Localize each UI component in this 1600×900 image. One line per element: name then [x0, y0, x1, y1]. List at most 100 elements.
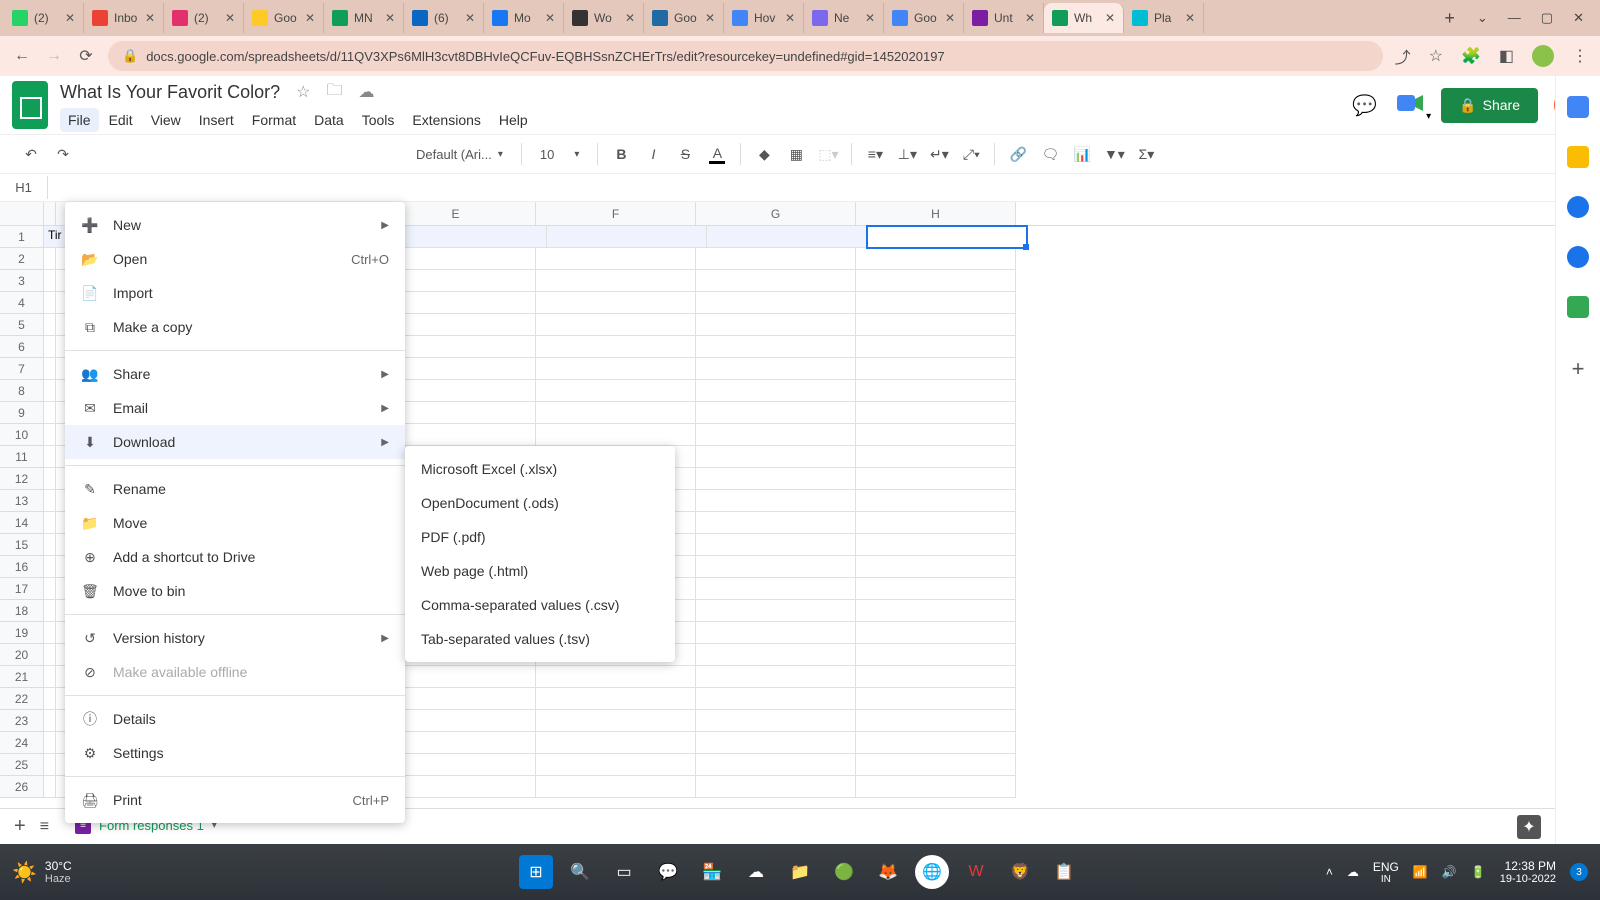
cell[interactable]: [696, 380, 856, 402]
font-select[interactable]: Default (Ari...▾: [408, 143, 511, 166]
cell[interactable]: [856, 314, 1016, 336]
menu-help[interactable]: Help: [491, 108, 536, 132]
row-header[interactable]: 26: [0, 776, 44, 798]
menu-item-new[interactable]: ➕New▶: [65, 208, 405, 242]
browser-tab[interactable]: Ne✕: [804, 3, 884, 33]
cell[interactable]: [696, 512, 856, 534]
cell[interactable]: [696, 468, 856, 490]
cell[interactable]: [696, 622, 856, 644]
italic-button[interactable]: I: [640, 141, 666, 167]
menu-item-version-history[interactable]: ↺Version history▶: [65, 621, 405, 655]
column-header[interactable]: G: [696, 202, 856, 225]
menu-item-details[interactable]: ⓘDetails: [65, 702, 405, 736]
browser-tab[interactable]: (6)✕: [404, 3, 484, 33]
weather-widget[interactable]: ☀️ 30°C Haze: [12, 859, 72, 885]
window-maximize[interactable]: ▢: [1541, 10, 1553, 26]
tab-close-icon[interactable]: ✕: [65, 11, 75, 25]
contacts-icon[interactable]: [1567, 246, 1589, 268]
cell[interactable]: [536, 732, 696, 754]
window-close[interactable]: ✕: [1573, 10, 1584, 26]
browser-tab[interactable]: (2)✕: [164, 3, 244, 33]
tray-volume-icon[interactable]: 🔊: [1442, 865, 1457, 879]
row-header[interactable]: 3: [0, 270, 44, 292]
menu-item-email[interactable]: ✉Email▶: [65, 391, 405, 425]
row-header[interactable]: 10: [0, 424, 44, 446]
cell[interactable]: [536, 688, 696, 710]
cell[interactable]: [696, 688, 856, 710]
redo-button[interactable]: ↷: [50, 141, 76, 167]
cell[interactable]: [536, 314, 696, 336]
cell[interactable]: [536, 336, 696, 358]
row-header[interactable]: 24: [0, 732, 44, 754]
filter-button[interactable]: ▼▾: [1101, 141, 1127, 167]
sidepanel-icon[interactable]: ◧: [1499, 46, 1514, 66]
download-option[interactable]: PDF (.pdf): [405, 520, 675, 554]
browser-tab[interactable]: (2)✕: [4, 3, 84, 33]
all-sheets-button[interactable]: ≡: [40, 818, 49, 836]
cell[interactable]: [536, 776, 696, 798]
cell[interactable]: [696, 578, 856, 600]
cell[interactable]: [696, 424, 856, 446]
addons-button[interactable]: +: [1572, 356, 1585, 382]
menu-extensions[interactable]: Extensions: [404, 108, 488, 132]
cell[interactable]: [856, 534, 1016, 556]
cell[interactable]: [856, 336, 1016, 358]
share-button[interactable]: 🔒 Share: [1441, 88, 1538, 123]
textcolor-button[interactable]: A: [704, 141, 730, 167]
cell[interactable]: [536, 292, 696, 314]
taskbar-app[interactable]: 🦊: [871, 855, 905, 889]
tab-close-icon[interactable]: ✕: [305, 11, 315, 25]
menu-item-download[interactable]: ⬇Download▶: [65, 425, 405, 459]
cell[interactable]: [536, 248, 696, 270]
tasks-icon[interactable]: [1567, 196, 1589, 218]
menu-item-move[interactable]: 📁Move: [65, 506, 405, 540]
row-header[interactable]: 2: [0, 248, 44, 270]
cell[interactable]: [536, 270, 696, 292]
maps-icon[interactable]: [1567, 296, 1589, 318]
chart-button[interactable]: 📊: [1069, 141, 1095, 167]
start-button[interactable]: ⊞: [519, 855, 553, 889]
tab-close-icon[interactable]: ✕: [1105, 11, 1115, 25]
download-option[interactable]: OpenDocument (.ods): [405, 486, 675, 520]
cell[interactable]: [856, 754, 1016, 776]
nav-forward[interactable]: →: [44, 47, 64, 65]
row-header[interactable]: 22: [0, 688, 44, 710]
row-header[interactable]: 7: [0, 358, 44, 380]
cell[interactable]: [856, 512, 1016, 534]
cell[interactable]: [536, 424, 696, 446]
browser-tab[interactable]: MN✕: [324, 3, 404, 33]
undo-button[interactable]: ↶: [18, 141, 44, 167]
tray-lang1[interactable]: ENG: [1373, 860, 1399, 874]
cell[interactable]: [856, 490, 1016, 512]
tray-wifi-icon[interactable]: 📶: [1413, 865, 1428, 879]
cell[interactable]: [856, 358, 1016, 380]
row-header[interactable]: 14: [0, 512, 44, 534]
sheets-logo-icon[interactable]: [12, 81, 48, 129]
tray-chevron-icon[interactable]: ˄: [1326, 865, 1333, 879]
row-header[interactable]: 19: [0, 622, 44, 644]
cell[interactable]: [536, 402, 696, 424]
browser-tab[interactable]: Wh✕: [1044, 3, 1124, 33]
column-header[interactable]: H: [856, 202, 1016, 225]
menu-item-add-a-shortcut-to-drive[interactable]: ⊕Add a shortcut to Drive: [65, 540, 405, 574]
download-option[interactable]: Web page (.html): [405, 554, 675, 588]
cloud-status-icon[interactable]: ☁: [358, 82, 374, 102]
taskbar-app[interactable]: W: [959, 855, 993, 889]
select-all-corner[interactable]: [0, 202, 44, 225]
valign-button[interactable]: ⊥▾: [894, 141, 920, 167]
cell[interactable]: [696, 490, 856, 512]
cell[interactable]: [856, 666, 1016, 688]
row-header[interactable]: 20: [0, 644, 44, 666]
cell[interactable]: [696, 534, 856, 556]
menu-file[interactable]: File: [60, 108, 99, 132]
fillcolor-button[interactable]: ◆: [751, 141, 777, 167]
cell[interactable]: [547, 226, 707, 248]
taskbar-app[interactable]: 🏪: [695, 855, 729, 889]
keep-icon[interactable]: [1567, 146, 1589, 168]
taskbar-app[interactable]: 📁: [783, 855, 817, 889]
cell[interactable]: [856, 380, 1016, 402]
column-header[interactable]: F: [536, 202, 696, 225]
menu-item-share[interactable]: 👥Share▶: [65, 357, 405, 391]
cell[interactable]: [536, 666, 696, 688]
row-header[interactable]: 9: [0, 402, 44, 424]
